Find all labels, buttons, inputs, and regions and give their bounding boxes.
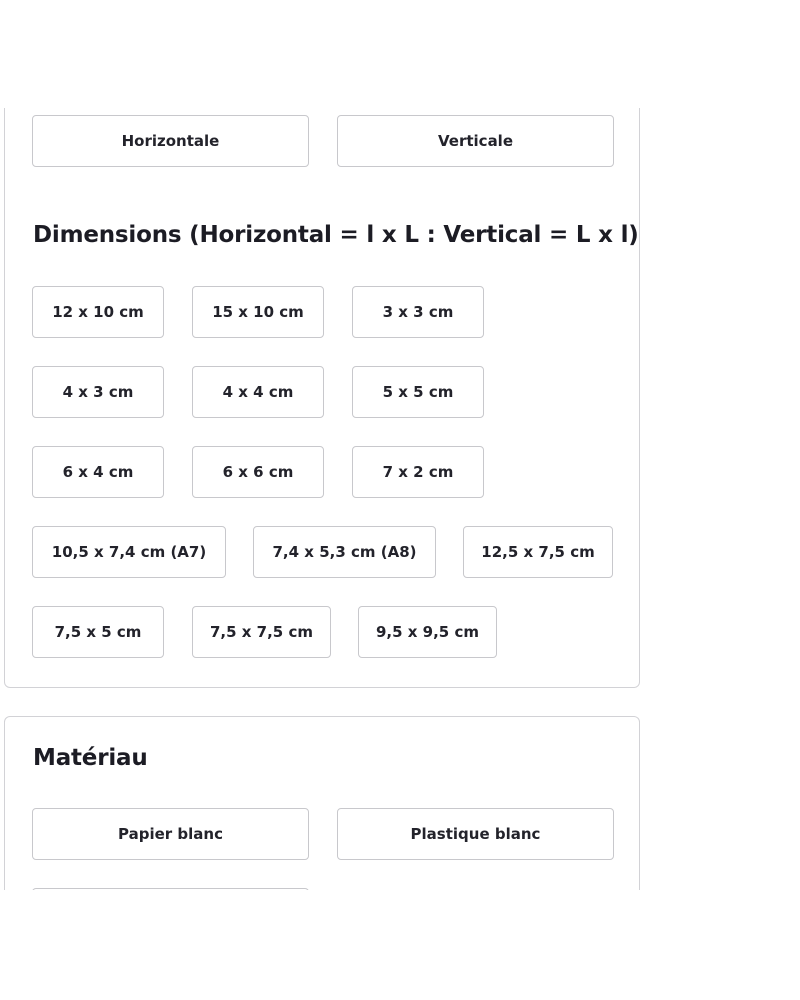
product-configurator: Horizontale Verticale Dimensions (Horizo… xyxy=(0,0,800,1000)
dimension-option-6x4[interactable]: 6 x 4 cm xyxy=(32,446,164,498)
material-white-plastic-button[interactable]: Plastique blanc xyxy=(337,808,614,860)
material-white-paper-button[interactable]: Papier blanc xyxy=(32,808,309,860)
orientation-vertical-button[interactable]: Verticale xyxy=(337,115,614,167)
dimension-option-12-5x7-5[interactable]: 12,5 x 7,5 cm xyxy=(463,526,613,578)
dimension-option-7-5x5[interactable]: 7,5 x 5 cm xyxy=(32,606,164,658)
options-scroll-area[interactable]: Horizontale Verticale Dimensions (Horizo… xyxy=(0,108,800,890)
orientation-dimensions-panel: Horizontale Verticale Dimensions (Horizo… xyxy=(4,108,640,688)
dimension-option-6x6[interactable]: 6 x 6 cm xyxy=(192,446,324,498)
dimension-option-7-5x7-5[interactable]: 7,5 x 7,5 cm xyxy=(192,606,331,658)
dimension-option-7x2[interactable]: 7 x 2 cm xyxy=(352,446,484,498)
material-panel: Matériau Papier blanc Plastique blanc xyxy=(4,716,640,890)
dimension-option-4x3[interactable]: 4 x 3 cm xyxy=(32,366,164,418)
material-heading: Matériau xyxy=(33,745,148,771)
dimension-option-5x5[interactable]: 5 x 5 cm xyxy=(352,366,484,418)
dimension-option-a8[interactable]: 7,4 x 5,3 cm (A8) xyxy=(253,526,436,578)
dimension-option-12x10[interactable]: 12 x 10 cm xyxy=(32,286,164,338)
dimension-option-4x4[interactable]: 4 x 4 cm xyxy=(192,366,324,418)
material-option-button[interactable] xyxy=(32,888,309,890)
dimension-option-9-5x9-5[interactable]: 9,5 x 9,5 cm xyxy=(358,606,497,658)
dimension-option-a7[interactable]: 10,5 x 7,4 cm (A7) xyxy=(32,526,226,578)
dimension-option-15x10[interactable]: 15 x 10 cm xyxy=(192,286,324,338)
orientation-horizontal-button[interactable]: Horizontale xyxy=(32,115,309,167)
dimensions-heading: Dimensions (Horizontal = l x L : Vertica… xyxy=(33,222,639,248)
dimension-option-3x3[interactable]: 3 x 3 cm xyxy=(352,286,484,338)
